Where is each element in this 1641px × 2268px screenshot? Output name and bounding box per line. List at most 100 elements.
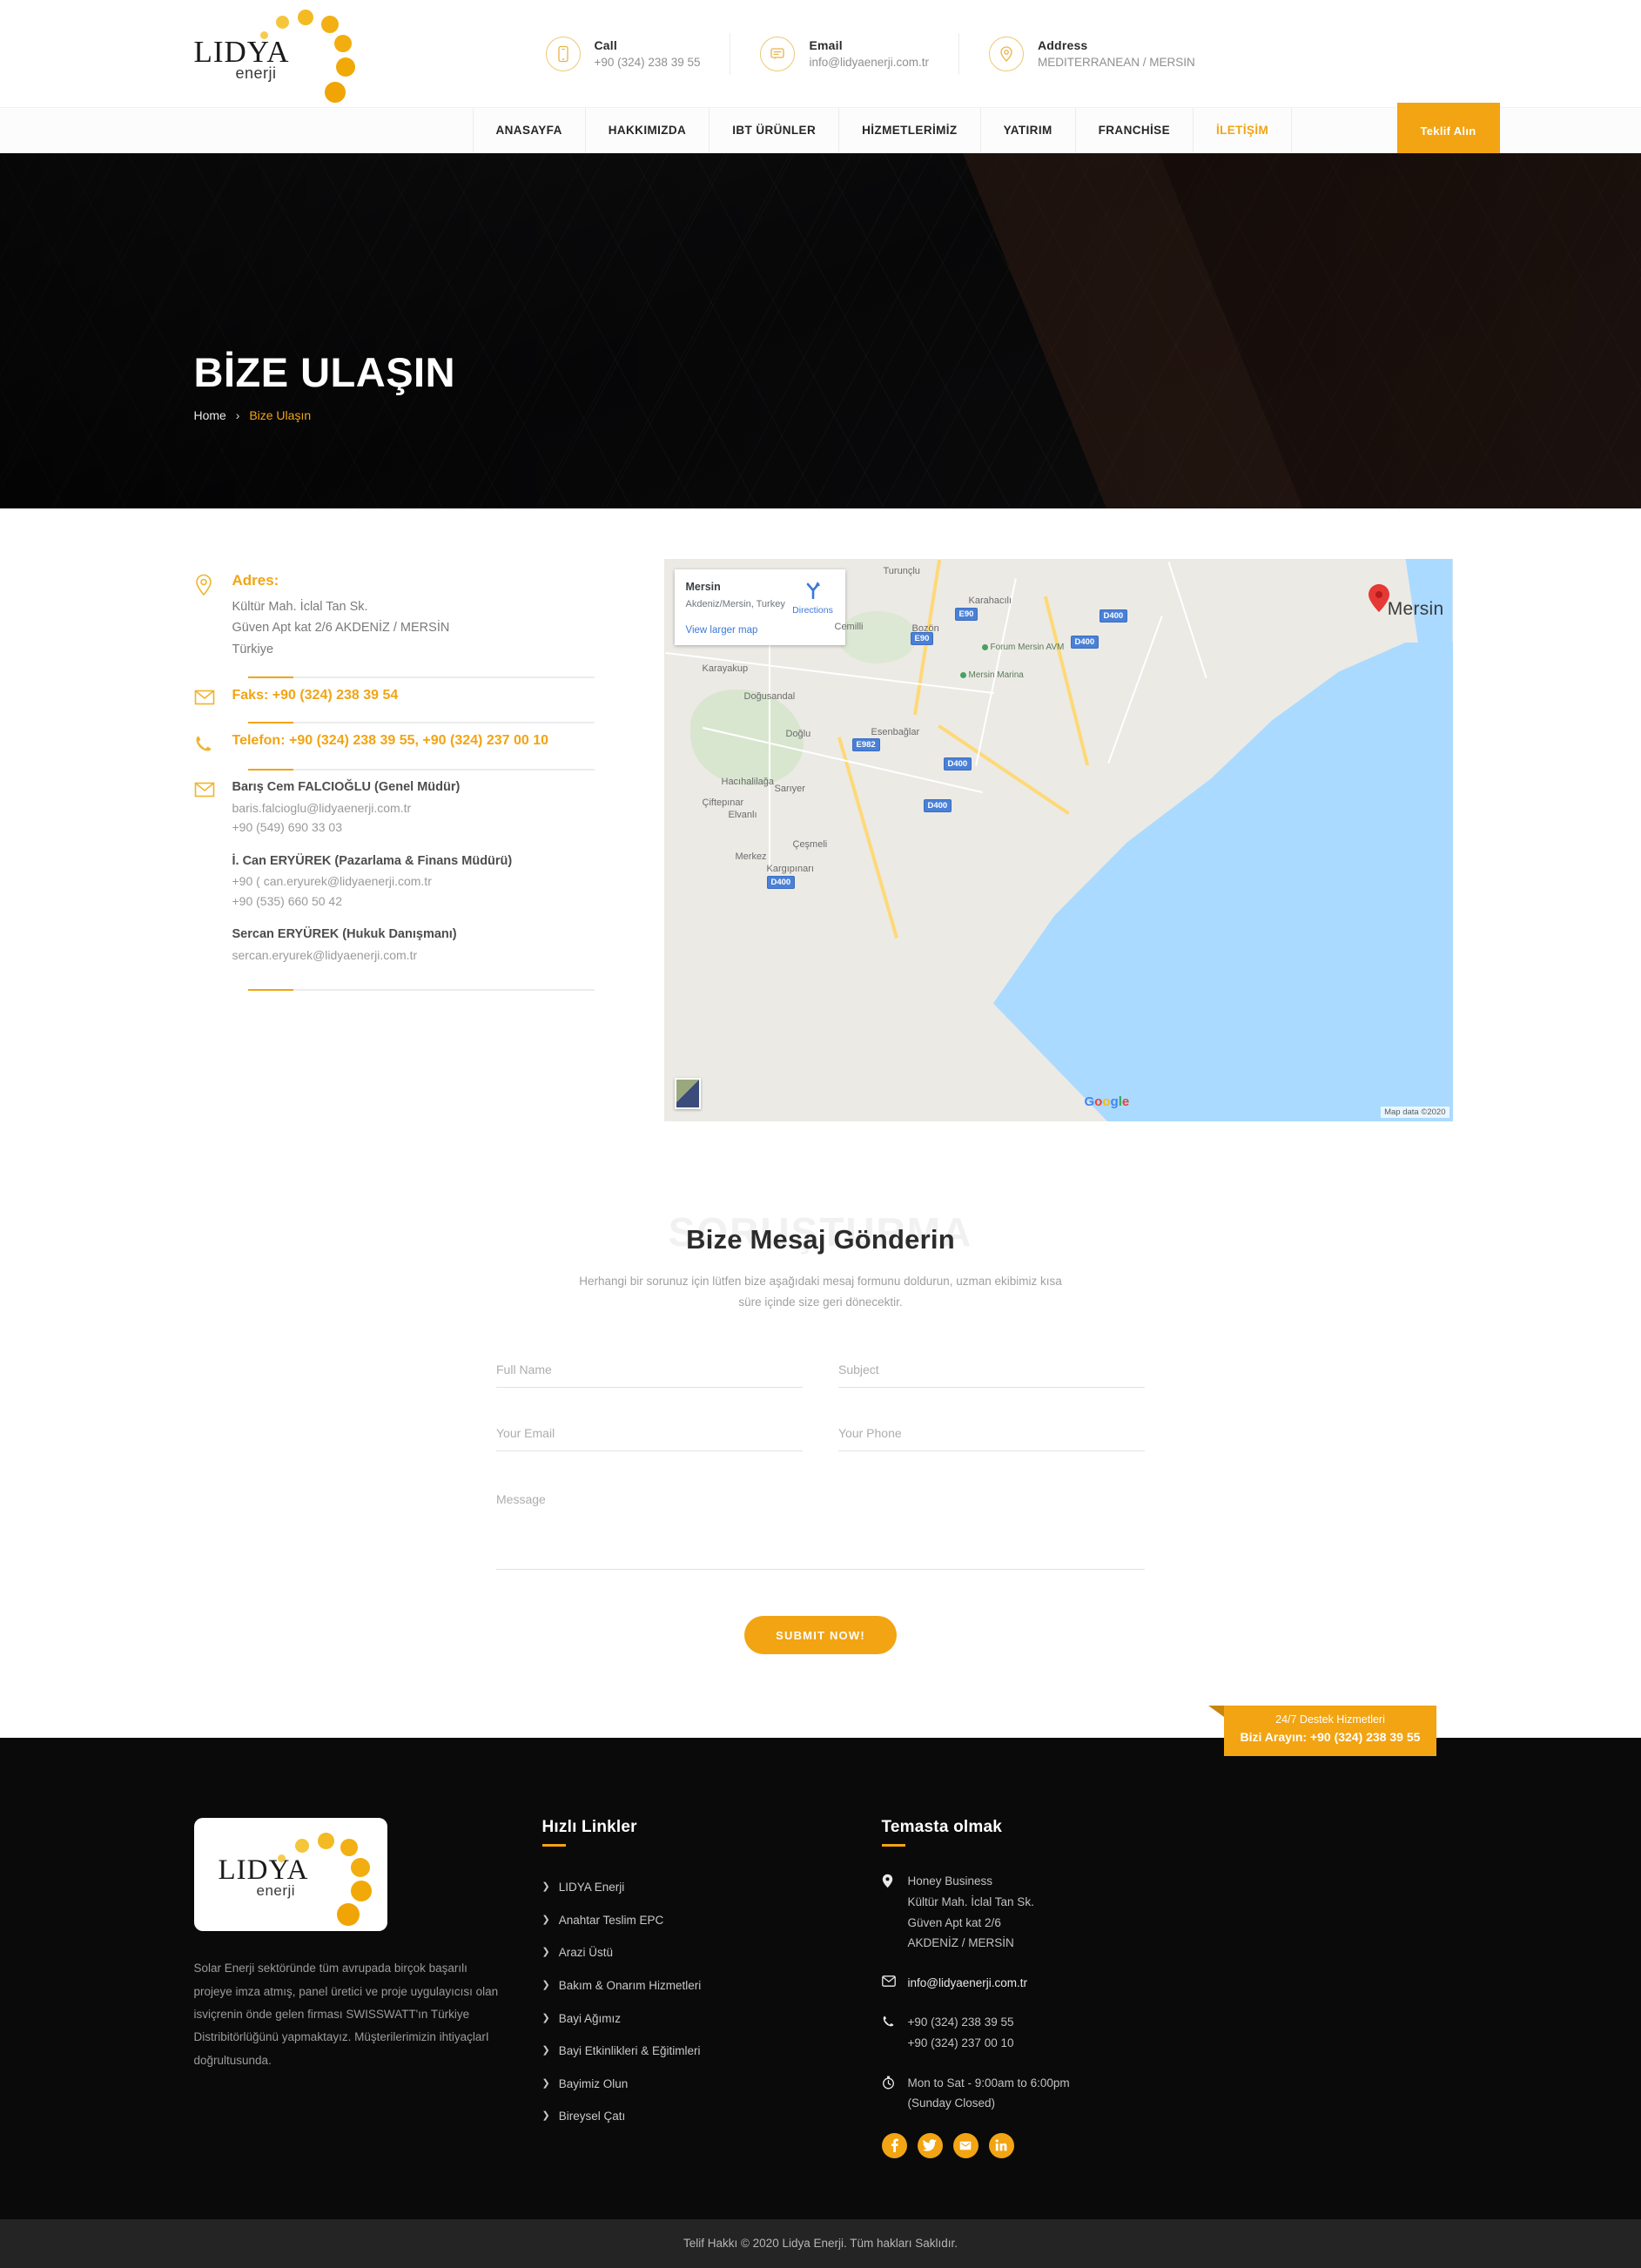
map-route-shield: D400 (1099, 609, 1128, 623)
person-name: Barış Cem FALCIOĞLU (Genel Müdür) (232, 780, 461, 795)
map-route-shield: E982 (851, 738, 880, 751)
map-label: Elvanlı (728, 810, 757, 820)
person-name: Sercan ERYÜREK (Hukuk Danışmanı) (232, 927, 457, 942)
nav-item-franchise[interactable]: FRANCHİSE (1076, 108, 1194, 152)
linkedin-icon[interactable] (988, 2132, 1014, 2158)
nav-item-iletisim[interactable]: İLETİŞİM (1194, 108, 1293, 152)
map-directions-button[interactable]: Directions (792, 580, 834, 616)
hero-banner: BİZE ULAŞIN Home › Bize Ulaşın (0, 153, 1641, 508)
map-card-title: Mersin (685, 581, 721, 593)
chevron-right-icon: ❯ (541, 2077, 550, 2089)
footer-address-row: Honey Business Kültür Mah. İclal Tan Sk.… (882, 1871, 1248, 1954)
header-info-address[interactable]: Address MEDITERRANEAN / MERSIN (958, 32, 1225, 75)
logo-mark: LIDYA enerji (194, 9, 355, 103)
map-label: Merkez (735, 851, 767, 862)
breadcrumb-current: Bize Ulaşın (249, 408, 312, 422)
footer-link-lidya-enerji[interactable]: ❯ LIDYA Enerji (542, 1871, 882, 1904)
footer-link-bayi-agimiz[interactable]: ❯ Bayi Ağımız (542, 2002, 882, 2036)
message-form-section: SORUŞTURMA Bize Mesaj Gönderin Herhangi … (0, 1156, 1641, 1738)
contact-fax-block: Faks: +90 (324) 238 39 54 (194, 678, 612, 724)
breadcrumb-home[interactable]: Home (194, 408, 226, 422)
footer-description: Solar Enerji sektöründe tüm avrupada bir… (193, 1962, 499, 2067)
chevron-right-icon: ❯ (541, 1980, 550, 1991)
support-ribbon-top: 24/7 Destek Hizmetleri (1275, 1713, 1385, 1726)
site-logo[interactable]: LIDYA enerji (159, 9, 447, 103)
full-name-input[interactable] (496, 1363, 803, 1389)
person-phone: +90 (549) 690 33 03 (232, 820, 343, 835)
nav-item-hizmetlerimiz[interactable]: HİZMETLERİMİZ (839, 108, 981, 152)
facebook-icon[interactable] (881, 2132, 907, 2158)
subject-input[interactable] (838, 1363, 1145, 1389)
person-email[interactable]: sercan.eryurek@lidyaenerji.com.tr (232, 946, 612, 966)
footer-logo-subtext: enerji (256, 1882, 296, 1900)
footer-hours: Mon to Sat - 9:00am to 6:00pm (Sunday Cl… (907, 2076, 1070, 2110)
footer-link-bakim-onarim[interactable]: ❯ Bakım & Onarım Hizmetleri (542, 1969, 882, 2002)
map-poi[interactable]: Forum Mersin AVM (981, 643, 1064, 652)
logo-dot-icon (275, 15, 289, 29)
footer-link-arazi-ustu[interactable]: ❯ Arazi Üstü (542, 1936, 882, 1969)
nav-item-hakkimizda[interactable]: HAKKIMIZDA (586, 108, 710, 152)
map-label: Turunçlu (883, 566, 920, 576)
google-map[interactable]: Mersin Akdeniz/Mersin, Turkey Directions… (663, 559, 1453, 1121)
logo-dot-icon (294, 1839, 309, 1854)
nav-list: ANASAYFA HAKKIMIZDA IBT ÜRÜNLER HİZMETLE… (472, 108, 1293, 152)
map-poi[interactable]: Mersin Marina (959, 670, 1024, 680)
footer-address: Honey Business Kültür Mah. İclal Tan Sk.… (907, 1874, 1034, 1950)
footer-link-anahtar-teslim-epc[interactable]: ❯ Anahtar Teslim EPC (542, 1904, 882, 1937)
header-info-group: Call +90 (324) 238 39 55 Email info@lidy… (447, 32, 1483, 75)
contact-address-block: Adres: Kültür Mah. İclal Tan Sk. Güven A… (194, 569, 612, 679)
page-root: LIDYA enerji Call +90 (324) 238 39 55 Em… (0, 0, 1641, 2268)
header-info-email[interactable]: Email info@lidyaenerji.com.tr (730, 32, 958, 75)
header-info-call-label: Call (594, 37, 617, 52)
main-navigation: ANASAYFA HAKKIMIZDA IBT ÜRÜNLER HİZMETLE… (0, 103, 1641, 158)
header-info-email-value: info@lidyaenerji.com.tr (809, 55, 929, 69)
map-label: Esenbağlar (871, 727, 920, 737)
footer-about-column: LIDYA enerji Solar Enerji sektöründe tüm… (193, 1818, 542, 2158)
map-marker-icon[interactable] (1368, 583, 1390, 613)
top-bar: LIDYA enerji Call +90 (324) 238 39 55 Em… (0, 0, 1641, 108)
footer-logo[interactable]: LIDYA enerji (193, 1818, 387, 1932)
footer-email-row[interactable]: info@lidyaenerji.com.tr (881, 1973, 1248, 1994)
map-label: Doğlu (785, 729, 811, 739)
phone-input[interactable] (838, 1426, 1145, 1452)
footer-link-bireysel-cati[interactable]: ❯ Bireysel Çatı (542, 2100, 882, 2133)
chevron-right-icon: ❯ (541, 1881, 550, 1893)
map-view-larger-link[interactable]: View larger map (686, 625, 834, 636)
map-card-subtitle: Akdeniz/Mersin, Turkey (685, 598, 785, 609)
logo-dot-icon (340, 1839, 358, 1857)
nav-item-anasayfa[interactable]: ANASAYFA (472, 108, 586, 152)
copyright-text: Telif Hakkı © 2020 Lidya Enerji. Tüm hak… (683, 2237, 958, 2251)
form-subtitle: Herhangi bir sorunuz için lütfen bize aş… (579, 1275, 1062, 1309)
map-label: Kargıpınarı (766, 864, 814, 874)
footer-link-bayi-etkinlikleri[interactable]: ❯ Bayi Etkinlikleri & Eğitimleri (542, 2035, 882, 2068)
logo-subtext: enerji (235, 64, 277, 82)
nav-item-ibt-urunler[interactable]: IBT ÜRÜNLER (710, 108, 840, 152)
logo-dot-icon (333, 34, 352, 52)
person-email[interactable]: +90 ( can.eryurek@lidyaenerji.com.tr (232, 872, 612, 892)
map-label: Cemilli (834, 622, 864, 632)
message-field-wrap (496, 1490, 1145, 1574)
footer-phones: +90 (324) 238 39 55 +90 (324) 237 00 10 (907, 2016, 1014, 2049)
mail-icon[interactable] (952, 2132, 979, 2158)
map-route-shield: D400 (943, 757, 972, 771)
submit-button[interactable]: SUBMIT NOW! (744, 1616, 897, 1655)
nav-item-yatirim[interactable]: YATIRIM (981, 108, 1076, 152)
form-title: Bize Mesaj Gönderin (686, 1224, 955, 1255)
clock-icon (882, 2073, 908, 2094)
get-quote-button[interactable]: Teklif Alın (1396, 103, 1500, 158)
email-input[interactable] (496, 1426, 803, 1452)
logo-dot-icon (350, 1858, 370, 1878)
message-textarea[interactable] (496, 1490, 1145, 1571)
person-phone: +90 (535) 660 50 42 (232, 893, 343, 908)
support-ribbon[interactable]: 24/7 Destek Hizmetleri Bizi Arayın: +90 … (1208, 1706, 1436, 1757)
header-info-call[interactable]: Call +90 (324) 238 39 55 (516, 33, 730, 75)
twitter-icon[interactable] (917, 2132, 943, 2158)
google-logo: Google (1084, 1094, 1130, 1109)
footer-phone-row: +90 (324) 238 39 55 +90 (324) 237 00 10 (882, 2012, 1248, 2053)
map-green-area (837, 611, 917, 663)
map-label: Karahacılı (968, 596, 1012, 606)
logo-dot-icon (259, 30, 268, 39)
footer-link-bayimiz-olun[interactable]: ❯ Bayimiz Olun (542, 2068, 882, 2101)
person-email[interactable]: baris.falcioglu@lidyaenerji.com.tr (232, 798, 612, 818)
map-street-view-thumbnail[interactable] (674, 1078, 701, 1109)
